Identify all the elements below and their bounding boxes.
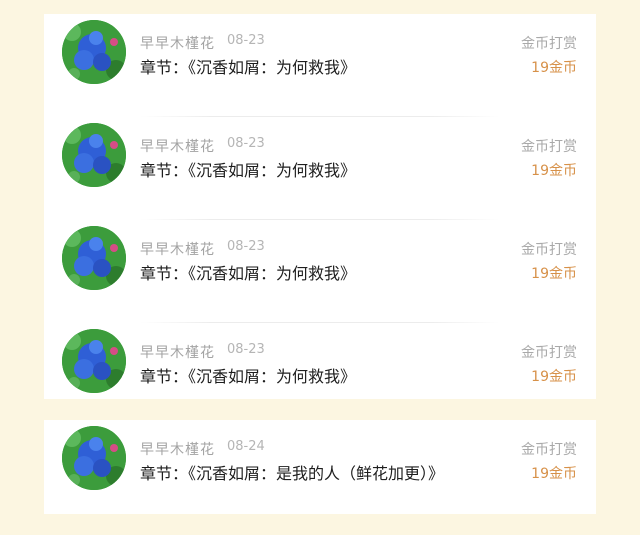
username: 早早木槿花 xyxy=(140,442,215,458)
reward-type-label: 金币打赏 xyxy=(521,442,577,458)
reward-record-row[interactable]: 早早木槿花 08-23 章节：《沉香如屑：为何救我》 金币打赏 19金币 xyxy=(44,220,596,323)
blue-flower-avatar-icon[interactable] xyxy=(62,329,126,393)
reward-record-row[interactable]: 早早木槿花 08-23 章节：《沉香如屑：为何救我》 金币打赏 19金币 xyxy=(44,117,596,220)
blue-flower-avatar-icon[interactable] xyxy=(62,123,126,187)
reward-type-label: 金币打赏 xyxy=(521,139,577,155)
username: 早早木槿花 xyxy=(140,345,215,361)
chapter-title[interactable]: 章节：《沉香如屑：是我的人（鲜花加更）》 xyxy=(140,460,444,484)
username: 早早木槿花 xyxy=(140,242,215,258)
chapter-title[interactable]: 章节：《沉香如屑：为何救我》 xyxy=(140,157,356,181)
blue-flower-avatar-icon[interactable] xyxy=(62,20,126,84)
reward-date: 08-23 xyxy=(227,342,265,357)
blue-flower-avatar-icon[interactable] xyxy=(62,226,126,290)
chapter-title[interactable]: 章节：《沉香如屑：为何救我》 xyxy=(140,363,356,387)
reward-date: 08-24 xyxy=(227,439,265,454)
coin-amount: 19金币 xyxy=(531,163,577,179)
blue-flower-avatar-icon[interactable] xyxy=(62,426,126,490)
chapter-title[interactable]: 章节：《沉香如屑：为何救我》 xyxy=(140,260,356,284)
reward-record-row[interactable]: 早早木槿花 08-23 章节：《沉香如屑：为何救我》 金币打赏 19金币 xyxy=(44,323,596,426)
reward-card-group-1: 早早木槿花 08-23 章节：《沉香如屑：为何救我》 金币打赏 19金币 早早木… xyxy=(44,14,596,399)
reward-date: 08-23 xyxy=(227,33,265,48)
coin-amount: 19金币 xyxy=(531,369,577,385)
reward-record-row[interactable]: 早早木槿花 08-24 章节：《沉香如屑：是我的人（鲜花加更）》 金币打赏 19… xyxy=(44,420,596,523)
reward-record-row[interactable]: 早早木槿花 08-23 章节：《沉香如屑：为何救我》 金币打赏 19金币 xyxy=(44,14,596,117)
chapter-title[interactable]: 章节：《沉香如屑：为何救我》 xyxy=(140,54,356,78)
reward-type-label: 金币打赏 xyxy=(521,242,577,258)
coin-amount: 19金币 xyxy=(531,60,577,76)
reward-type-label: 金币打赏 xyxy=(521,36,577,52)
reward-date: 08-23 xyxy=(227,239,265,254)
username: 早早木槿花 xyxy=(140,36,215,52)
coin-amount: 19金币 xyxy=(531,466,577,482)
reward-date: 08-23 xyxy=(227,136,265,151)
reward-card-group-2: 早早木槿花 08-24 章节：《沉香如屑：是我的人（鲜花加更）》 金币打赏 19… xyxy=(44,420,596,514)
coin-amount: 19金币 xyxy=(531,266,577,282)
username: 早早木槿花 xyxy=(140,139,215,155)
reward-type-label: 金币打赏 xyxy=(521,345,577,361)
